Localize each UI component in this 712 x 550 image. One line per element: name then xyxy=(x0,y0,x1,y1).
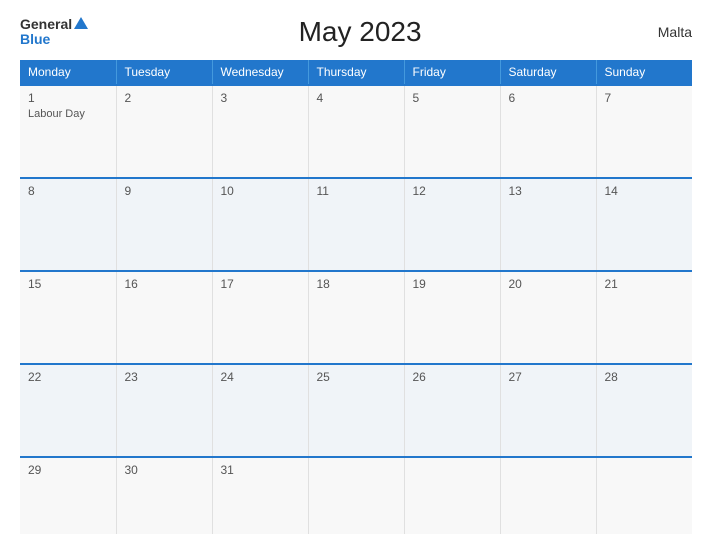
day-number: 26 xyxy=(413,370,492,384)
cell-w2-d2: 9 xyxy=(116,178,212,271)
cell-w5-d5 xyxy=(404,457,500,534)
day-number: 22 xyxy=(28,370,108,384)
day-number: 12 xyxy=(413,184,492,198)
cell-w3-d5: 19 xyxy=(404,271,500,364)
cell-w2-d6: 13 xyxy=(500,178,596,271)
logo: General Blue xyxy=(20,17,88,48)
day-number: 8 xyxy=(28,184,108,198)
cell-w4-d1: 22 xyxy=(20,364,116,457)
header-sunday: Sunday xyxy=(596,60,692,85)
day-number: 6 xyxy=(509,91,588,105)
day-number: 2 xyxy=(125,91,204,105)
cell-w1-d4: 4 xyxy=(308,85,404,178)
header: General Blue May 2023 Malta xyxy=(20,16,692,48)
day-number: 13 xyxy=(509,184,588,198)
cell-w3-d1: 15 xyxy=(20,271,116,364)
cell-w3-d4: 18 xyxy=(308,271,404,364)
cell-w1-d2: 2 xyxy=(116,85,212,178)
cell-w3-d3: 17 xyxy=(212,271,308,364)
day-number: 4 xyxy=(317,91,396,105)
cell-w4-d7: 28 xyxy=(596,364,692,457)
cell-w5-d6 xyxy=(500,457,596,534)
cell-w4-d4: 25 xyxy=(308,364,404,457)
day-number: 29 xyxy=(28,463,108,477)
day-number: 31 xyxy=(221,463,300,477)
day-number: 7 xyxy=(605,91,685,105)
day-number: 3 xyxy=(221,91,300,105)
cell-w2-d3: 10 xyxy=(212,178,308,271)
cell-w5-d3: 31 xyxy=(212,457,308,534)
header-thursday: Thursday xyxy=(308,60,404,85)
day-number: 20 xyxy=(509,277,588,291)
day-number: 28 xyxy=(605,370,685,384)
day-number: 11 xyxy=(317,184,396,198)
cell-w3-d7: 21 xyxy=(596,271,692,364)
cell-w1-d6: 6 xyxy=(500,85,596,178)
cell-w4-d3: 24 xyxy=(212,364,308,457)
day-number: 19 xyxy=(413,277,492,291)
cell-w2-d1: 8 xyxy=(20,178,116,271)
cell-w1-d5: 5 xyxy=(404,85,500,178)
days-header-row: Monday Tuesday Wednesday Thursday Friday… xyxy=(20,60,692,85)
cell-w5-d2: 30 xyxy=(116,457,212,534)
header-saturday: Saturday xyxy=(500,60,596,85)
cell-w3-d2: 16 xyxy=(116,271,212,364)
country-label: Malta xyxy=(632,24,692,40)
day-number: 9 xyxy=(125,184,204,198)
day-number: 5 xyxy=(413,91,492,105)
cell-w1-d1: 1 Labour Day xyxy=(20,85,116,178)
day-number: 25 xyxy=(317,370,396,384)
week-row-5: 29 30 31 xyxy=(20,457,692,534)
day-number: 18 xyxy=(317,277,396,291)
calendar-page: General Blue May 2023 Malta Monday Tuesd… xyxy=(0,0,712,550)
cell-w2-d7: 14 xyxy=(596,178,692,271)
day-number: 23 xyxy=(125,370,204,384)
cell-w5-d7 xyxy=(596,457,692,534)
cell-w1-d7: 7 xyxy=(596,85,692,178)
month-title: May 2023 xyxy=(88,16,632,48)
week-row-1: 1 Labour Day 2 3 4 5 6 7 xyxy=(20,85,692,178)
cell-w4-d6: 27 xyxy=(500,364,596,457)
day-number: 17 xyxy=(221,277,300,291)
day-number: 14 xyxy=(605,184,685,198)
cell-w5-d4 xyxy=(308,457,404,534)
cell-w4-d5: 26 xyxy=(404,364,500,457)
header-tuesday: Tuesday xyxy=(116,60,212,85)
day-number: 24 xyxy=(221,370,300,384)
logo-general-text: General xyxy=(20,17,72,32)
cell-w4-d2: 23 xyxy=(116,364,212,457)
cell-w2-d4: 11 xyxy=(308,178,404,271)
day-number: 10 xyxy=(221,184,300,198)
cell-w2-d5: 12 xyxy=(404,178,500,271)
logo-triangle-icon xyxy=(74,17,88,29)
day-number: 30 xyxy=(125,463,204,477)
cell-w1-d3: 3 xyxy=(212,85,308,178)
week-row-3: 15 16 17 18 19 20 21 xyxy=(20,271,692,364)
header-friday: Friday xyxy=(404,60,500,85)
day-number: 15 xyxy=(28,277,108,291)
week-row-2: 8 9 10 11 12 13 14 xyxy=(20,178,692,271)
day-number: 27 xyxy=(509,370,588,384)
day-number: 21 xyxy=(605,277,685,291)
holiday-label: Labour Day xyxy=(28,108,108,120)
day-number: 1 xyxy=(28,91,108,105)
calendar-table: Monday Tuesday Wednesday Thursday Friday… xyxy=(20,60,692,534)
week-row-4: 22 23 24 25 26 27 28 xyxy=(20,364,692,457)
cell-w5-d1: 29 xyxy=(20,457,116,534)
logo-blue-text: Blue xyxy=(20,32,50,47)
header-wednesday: Wednesday xyxy=(212,60,308,85)
header-monday: Monday xyxy=(20,60,116,85)
cell-w3-d6: 20 xyxy=(500,271,596,364)
day-number: 16 xyxy=(125,277,204,291)
